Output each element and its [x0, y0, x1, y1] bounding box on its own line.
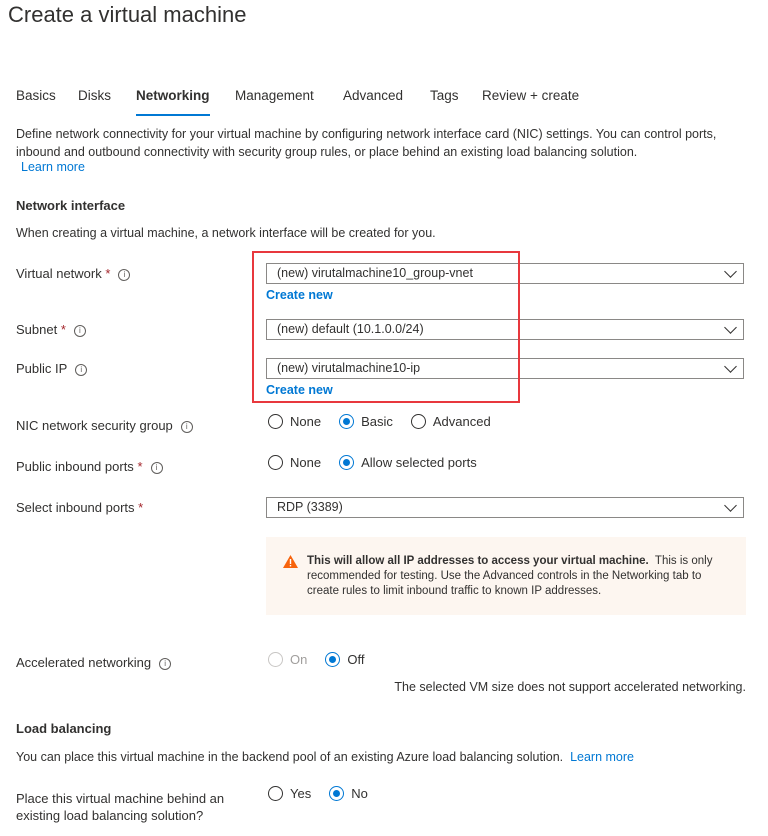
section-load-balancing: Load balancing — [16, 721, 112, 736]
required-mark: * — [105, 266, 111, 281]
nsg-label: NIC network security group i — [16, 418, 193, 433]
tab-networking[interactable]: Networking — [136, 88, 210, 116]
accelerated-option-off[interactable]: Off — [325, 652, 364, 667]
inbound-option-none[interactable]: None — [268, 455, 321, 470]
nsg-option-advanced[interactable]: Advanced — [410, 414, 491, 429]
select-inbound-label: Select inbound ports * — [16, 500, 144, 515]
public-inbound-label: Public inbound ports * i — [16, 459, 163, 474]
tab-basics[interactable]: Basics — [16, 88, 56, 103]
tab-review-create[interactable]: Review + create — [482, 88, 579, 103]
load-balancing-radio-group: Yes No — [268, 786, 380, 801]
warning-bold-text: This will allow all IP addresses to acce… — [307, 555, 649, 567]
radio-button[interactable] — [410, 414, 426, 429]
required-mark: * — [138, 500, 144, 515]
public-inbound-radio-group: None Allow selected ports — [268, 455, 489, 470]
warning-icon — [283, 555, 298, 568]
tab-management[interactable]: Management — [235, 88, 314, 103]
virtual-network-label: Virtual network * i — [16, 266, 131, 281]
page-title: Create a virtual machine — [8, 2, 247, 27]
info-icon[interactable]: i — [75, 364, 88, 376]
accelerated-note: The selected VM size does not support ac… — [394, 680, 746, 694]
inbound-option-allow[interactable]: Allow selected ports — [339, 455, 477, 470]
lb-option-yes[interactable]: Yes — [268, 786, 311, 801]
radio-button[interactable] — [268, 455, 283, 470]
section-subtext: When creating a virtual machine, a netwo… — [16, 226, 436, 240]
accelerated-label: Accelerated networking i — [16, 655, 172, 670]
tab-tags[interactable]: Tags — [430, 88, 459, 103]
info-icon[interactable]: i — [180, 421, 193, 433]
chevron-down-icon — [724, 499, 737, 512]
required-mark: * — [137, 459, 143, 474]
highlight-box — [252, 251, 520, 403]
nsg-radio-group: None Basic Advanced — [268, 414, 503, 429]
radio-button[interactable] — [325, 652, 341, 667]
lb-option-no[interactable]: No — [329, 786, 368, 801]
radio-button[interactable] — [268, 414, 283, 429]
tab-disks[interactable]: Disks — [78, 88, 111, 103]
radio-button[interactable] — [268, 786, 283, 801]
tab-advanced[interactable]: Advanced — [343, 88, 403, 103]
nsg-option-none[interactable]: None — [268, 414, 321, 429]
radio-button[interactable] — [339, 414, 355, 429]
select-inbound-dropdown[interactable]: RDP (3389) — [266, 497, 744, 518]
nsg-option-basic[interactable]: Basic — [339, 414, 393, 429]
warning-banner: This will allow all IP addresses to acce… — [266, 537, 746, 615]
info-icon[interactable]: i — [150, 462, 163, 474]
radio-button[interactable] — [339, 455, 355, 470]
info-icon[interactable]: i — [73, 325, 86, 337]
public-ip-label: Public IP i — [16, 361, 88, 376]
section-network-interface: Network interface — [16, 198, 126, 213]
info-icon[interactable]: i — [118, 269, 131, 281]
learn-more-link[interactable]: Learn more — [570, 750, 634, 764]
description: Define network connectivity for your vir… — [16, 127, 717, 159]
load-balancing-question: Place this virtual machine behind an exis… — [16, 791, 225, 823]
info-icon[interactable]: i — [159, 658, 172, 670]
radio-button[interactable] — [329, 786, 345, 801]
learn-more-link[interactable]: Learn more — [21, 160, 85, 174]
chevron-down-icon — [724, 265, 737, 278]
load-balancing-text: You can place this virtual machine in th… — [16, 750, 635, 764]
chevron-down-icon — [724, 360, 737, 373]
required-mark: * — [60, 322, 66, 337]
accelerated-option-on: On — [268, 652, 307, 667]
chevron-down-icon — [724, 321, 737, 334]
radio-button — [268, 652, 283, 667]
accelerated-radio-group: On Off — [268, 652, 376, 667]
subnet-label: Subnet * i — [16, 322, 86, 337]
